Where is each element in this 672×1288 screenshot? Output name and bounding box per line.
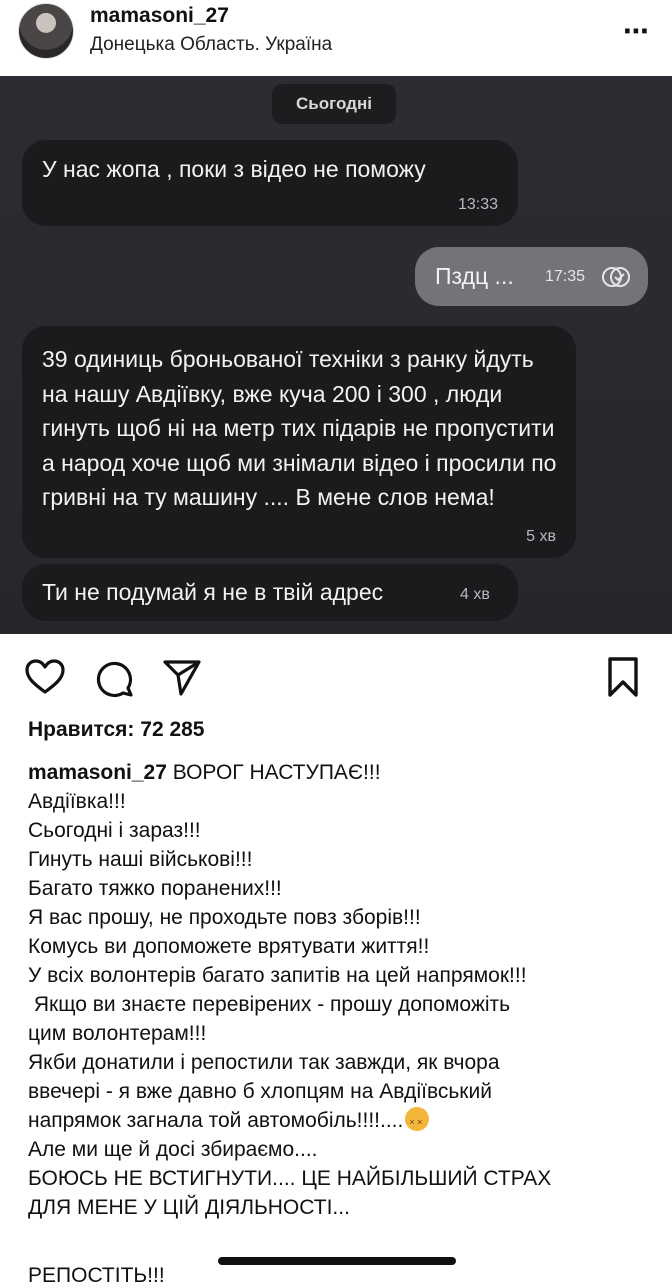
caption-line-cut: РЕПОСТІТЬ!!!: [28, 1264, 165, 1287]
caption-line: Сьогодні і зараз!!!: [28, 819, 201, 842]
message-time: 13:33: [457, 196, 498, 213]
chat-message-incoming: 39 одиниць броньованої техніки з ранку й…: [22, 326, 576, 558]
caption-line: Гинуть наші військові!!!: [28, 848, 253, 871]
caption-line: Якщо ви знаєте перевірених - прошу допом…: [28, 993, 511, 1016]
message-text: У нас жопа , поки з відео не поможу: [42, 156, 426, 182]
chat-message-incoming: У нас жопа , поки з відео не поможу 13:3…: [22, 140, 518, 226]
read-check-icon: [602, 267, 630, 287]
message-time: 5 хв: [526, 528, 556, 545]
message-text: 39 одиниць броньованої техніки з ранку й…: [42, 346, 557, 510]
caption-line: Якби донатили і репостили так завжди, як…: [28, 1051, 500, 1074]
caption-line: ВОРОГ НАСТУПАЄ!!!: [172, 761, 381, 784]
send-icon[interactable]: [162, 658, 202, 698]
caption-line: У всіх волонтерів багато запитів на цей …: [28, 964, 527, 987]
caption-line: Багато тяжко поранених!!!: [28, 877, 282, 900]
caption-line: Авдіївка!!!: [28, 790, 126, 813]
caption-line: напрямок загнала той автомобіль!!!!....: [28, 1109, 404, 1132]
tired-face-emoji-icon: [405, 1107, 430, 1137]
home-indicator[interactable]: [218, 1257, 456, 1265]
post-header: mamasoni_27 Донецька Область. Україна ⋯: [0, 0, 672, 76]
post-username[interactable]: mamasoni_27: [90, 4, 229, 28]
likes-count[interactable]: Нравится: 72 285: [28, 718, 205, 742]
message-text: Пздц ...: [435, 263, 514, 289]
post-actions: [0, 644, 672, 708]
message-time: 17:35: [545, 268, 586, 285]
caption-line: цим волонтерам!!!: [28, 1022, 207, 1045]
post-image-chat[interactable]: Сьогодні У нас жопа , поки з відео не по…: [0, 76, 672, 634]
caption-username[interactable]: mamasoni_27: [28, 761, 167, 784]
heart-icon[interactable]: [24, 658, 66, 696]
caption-line: ввечері - я вже давно б хлопцям на Авдії…: [28, 1080, 492, 1103]
comment-icon[interactable]: [94, 658, 134, 698]
caption-line: ДЛЯ МЕНЕ У ЦІЙ ДІЯЛЬНОСТІ...: [28, 1196, 350, 1219]
post-location[interactable]: Донецька Область. Україна: [90, 34, 332, 56]
caption-line: Але ми ще й досі збираємо....: [28, 1138, 318, 1161]
post-caption: mamasoni_27 ВОРОГ НАСТУПАЄ!!! Авдіївка!!…: [28, 758, 658, 1222]
message-time: 4 хв: [460, 586, 490, 603]
caption-line: Комусь ви допоможете врятувати життя!!: [28, 935, 430, 958]
bookmark-icon[interactable]: [606, 656, 640, 698]
chat-date-label: Сьогодні: [272, 84, 396, 124]
chat-message-outgoing: Пздц ... 17:35: [415, 247, 648, 306]
chat-message-incoming: Ти не подумай я не в твій адрес 4 хв: [22, 564, 518, 621]
message-text: Ти не подумай я не в твій адрес: [42, 579, 384, 605]
caption-line: Я вас прошу, не проходьте повз зборів!!!: [28, 906, 421, 929]
caption-line: БОЮСЬ НЕ ВСТИГНУТИ.... ЦЕ НАЙБІЛЬШИЙ СТР…: [28, 1167, 552, 1190]
more-options-icon[interactable]: ⋯: [623, 16, 650, 47]
avatar[interactable]: [18, 3, 74, 59]
